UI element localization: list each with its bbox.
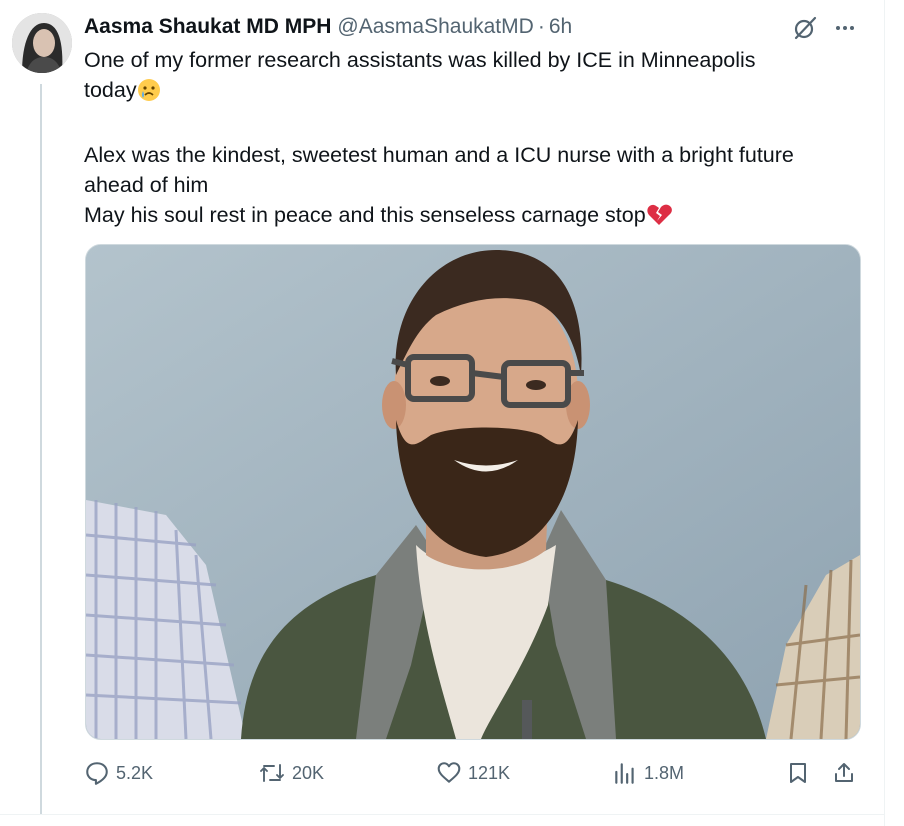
bookmark-icon (790, 763, 806, 783)
broken-heart-emoji (646, 203, 672, 235)
reply-icon (86, 762, 108, 785)
views-icon (615, 763, 634, 784)
views-count: 1.8M (644, 762, 685, 783)
repost-icon (260, 764, 284, 782)
views-button[interactable]: 1.8M (612, 756, 684, 790)
reply-button[interactable]: 5.2K (84, 756, 153, 790)
share-button[interactable] (832, 756, 862, 790)
tweet-header: Aasma Shaukat MD MPH @AasmaShaukatMD · 6… (84, 12, 572, 42)
tweet-line-3: Alex was the kindest, sweetest human and… (84, 143, 794, 167)
tweet-actions: 5.2K 20K 121K 1.8M (84, 756, 864, 790)
thread-line (40, 84, 42, 814)
column-divider (884, 0, 885, 826)
grok-icon (794, 16, 817, 40)
tweet-line-5: May his soul rest in peace and this sens… (84, 200, 874, 235)
timestamp[interactable]: 6h (549, 15, 572, 39)
separator-dot: · (537, 15, 545, 38)
avatar[interactable] (12, 13, 72, 73)
heart-icon (437, 762, 461, 783)
repost-button[interactable]: 20K (258, 756, 324, 790)
share-icon (835, 763, 853, 782)
tweet-text: One of my former research assistants was… (84, 45, 874, 235)
more-icon (836, 26, 854, 30)
author-handle[interactable]: @AasmaShaukatMD (337, 15, 533, 39)
tweet-photo[interactable] (85, 244, 861, 740)
tweet-line-4: ahead of him (84, 173, 209, 197)
crying-face-emoji (137, 78, 161, 110)
tweet-divider (0, 814, 884, 815)
like-count: 121K (468, 762, 511, 783)
repost-count: 20K (292, 762, 325, 783)
tweet-line-5-text: May his soul rest in peace and this sens… (84, 203, 646, 227)
like-button[interactable]: 121K (436, 756, 510, 790)
reply-count: 5.2K (116, 762, 154, 783)
tweet-line-2-text: today (84, 78, 137, 102)
grok-button[interactable] (790, 13, 820, 43)
tweet-line-1: One of my former research assistants was… (84, 48, 756, 72)
tweet-line-2: today (84, 75, 874, 110)
bookmark-button[interactable] (786, 756, 816, 790)
more-button[interactable] (830, 13, 860, 43)
author-name[interactable]: Aasma Shaukat MD MPH (84, 15, 331, 39)
